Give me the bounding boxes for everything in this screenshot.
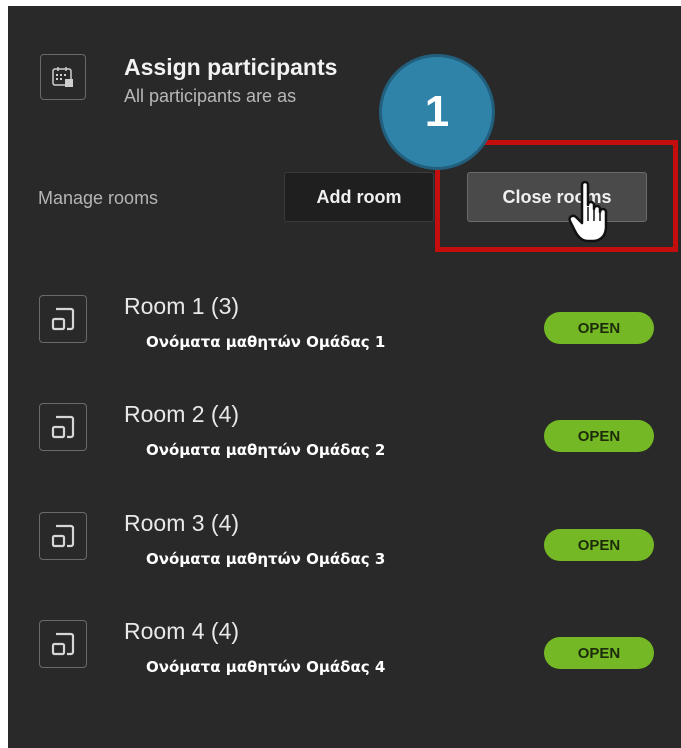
room-students: Ονόματα μαθητών Ομάδας 1: [146, 333, 386, 351]
room-name: Room 3 (4): [124, 510, 240, 536]
breakout-room-icon: [39, 403, 87, 451]
room-name: Room 2 (4): [124, 401, 240, 427]
room-students: Ονόματα μαθητών Ομάδας 3: [146, 550, 386, 568]
assign-participants-icon[interactable]: [40, 54, 86, 100]
manage-rooms-label: Manage rooms: [38, 188, 159, 208]
breakout-room-icon: [39, 620, 87, 668]
room-students: Ονόματα μαθητών Ομάδας 4: [146, 658, 386, 676]
room-row[interactable]: Room 1 (3) Ονόματα μαθητών Ομάδας 1 OPEN: [8, 289, 681, 381]
breakout-room-icon: [39, 512, 87, 560]
room-status-badge: OPEN: [544, 312, 654, 344]
room-row[interactable]: Room 4 (4) Ονόματα μαθητών Ομάδας 4 OPEN: [8, 614, 681, 706]
room-name: Room 1 (3): [124, 293, 240, 319]
step-callout-badge: 1: [379, 54, 495, 170]
room-row[interactable]: Room 3 (4) Ονόματα μαθητών Ομάδας 3 OPEN: [8, 506, 681, 598]
assign-participants-subtitle: All participants are as: [124, 86, 297, 106]
breakout-rooms-panel: Assign participants All participants are…: [8, 6, 681, 748]
add-room-button[interactable]: Add room: [284, 172, 434, 222]
room-status-badge: OPEN: [544, 420, 654, 452]
room-status-badge: OPEN: [544, 529, 654, 561]
hand-pointer-icon: [568, 180, 608, 243]
room-name: Room 4 (4): [124, 618, 240, 644]
room-students: Ονόματα μαθητών Ομάδας 2: [146, 441, 386, 459]
assign-participants-title[interactable]: Assign participants: [124, 54, 337, 81]
breakout-room-icon: [39, 295, 87, 343]
room-row[interactable]: Room 2 (4) Ονόματα μαθητών Ομάδας 2 OPEN: [8, 397, 681, 489]
room-status-badge: OPEN: [544, 637, 654, 669]
